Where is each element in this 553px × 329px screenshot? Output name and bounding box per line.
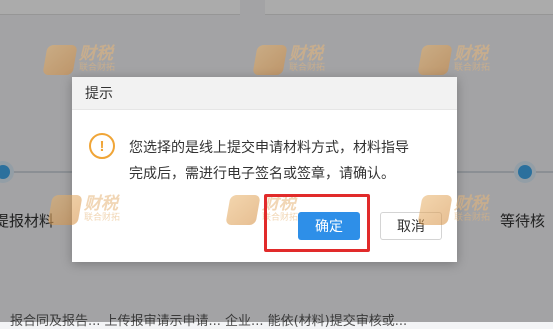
watermark-sub: 联合财拓 bbox=[84, 213, 121, 224]
watermark-icon bbox=[42, 45, 78, 75]
dialog-message-line1: 您选择的是线上提交申请材料方式，材料指导 bbox=[129, 140, 409, 156]
dialog-title: 提示 bbox=[85, 86, 113, 102]
highlight-annotation bbox=[264, 194, 370, 252]
watermark-logo: 财税 联合财拓 bbox=[42, 44, 116, 75]
watermark-logo: 财税 联合财拓 bbox=[417, 44, 491, 75]
watermark-brand: 财税 bbox=[454, 194, 488, 215]
watermark-icon bbox=[417, 195, 453, 225]
exclamation-icon: ! bbox=[89, 133, 115, 159]
watermark-sub: 联合财拓 bbox=[289, 63, 326, 74]
watermark-icon bbox=[47, 195, 83, 225]
watermark-sub: 联合财拓 bbox=[454, 63, 491, 74]
watermark-sub: 联合财拓 bbox=[79, 63, 116, 74]
dialog-message-line2: 完成后，需进行电子签名或签章，请确认。 bbox=[129, 166, 395, 182]
watermark-brand: 财税 bbox=[454, 44, 488, 65]
watermark-logo: 财税 联合财拓 bbox=[47, 194, 121, 225]
dialog-header: 提示 bbox=[72, 77, 457, 110]
dialog-message: 您选择的是线上提交申请材料方式，材料指导 完成后，需进行电子签名或签章，请确认。 bbox=[129, 135, 449, 187]
watermark-sub: 联合财拓 bbox=[454, 213, 491, 224]
watermark-icon bbox=[252, 45, 288, 75]
watermark-brand: 财税 bbox=[84, 194, 118, 215]
watermark-icon bbox=[225, 195, 261, 225]
watermark-brand: 财税 bbox=[79, 44, 113, 65]
watermark-icon bbox=[417, 45, 453, 75]
watermark-logo: 财税 联合财拓 bbox=[252, 44, 326, 75]
watermark-brand: 财税 bbox=[289, 44, 323, 65]
watermark-logo: 财税 联合财拓 bbox=[417, 194, 491, 225]
